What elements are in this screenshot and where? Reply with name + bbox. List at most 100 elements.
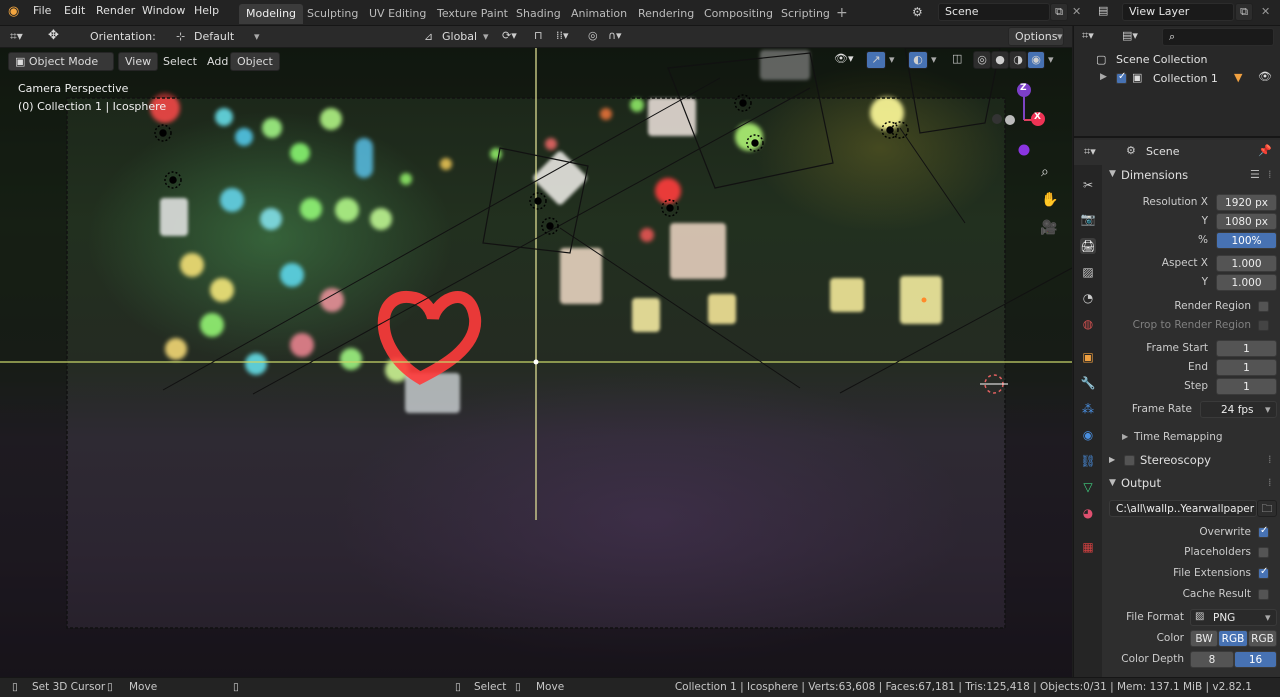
proportional-edit-icon[interactable]: ◎	[588, 29, 598, 42]
tab-sculpting[interactable]: Sculpting	[300, 4, 365, 24]
modifier-tab-icon[interactable]: 🔧	[1080, 375, 1096, 391]
menu-window[interactable]: Window	[142, 4, 185, 17]
collapse-arrow-icon[interactable]: ▼	[1109, 478, 1116, 488]
add-workspace-icon[interactable]: +	[836, 5, 848, 21]
output-tab-icon[interactable]: 🖨	[1080, 238, 1096, 254]
world-tab-icon[interactable]: ◍	[1080, 316, 1096, 332]
outliner-collection-1[interactable]: Collection 1	[1153, 72, 1218, 85]
collection-exclude-checkbox[interactable]	[1116, 71, 1127, 84]
wireframe-shading-icon[interactable]: ◎	[973, 51, 991, 69]
expand-arrow-icon[interactable]: ▶	[1122, 432, 1128, 441]
outliner-search-input[interactable]: ⌕	[1162, 28, 1274, 46]
3d-viewport[interactable]: Z X Camera Perspective (0) Collection 1 …	[0, 48, 1072, 677]
tab-compositing[interactable]: Compositing	[697, 4, 780, 24]
output-header[interactable]: Output	[1121, 476, 1161, 490]
chevron-down-icon[interactable]: ▾	[931, 53, 937, 66]
collapse-arrow-icon[interactable]: ▼	[1109, 169, 1116, 179]
rendered-shading-icon[interactable]: ◉	[1027, 51, 1045, 69]
drag-handle-icon[interactable]: ⁞	[1268, 453, 1272, 466]
falloff-icon[interactable]: ∩▾	[608, 29, 622, 42]
chevron-down-icon[interactable]: ▾	[1048, 53, 1054, 66]
orientation-dropdown[interactable]: Default	[194, 30, 234, 43]
snap-target-icon[interactable]: ⁞⁞▾	[556, 29, 569, 42]
material-shading-icon[interactable]: ◑	[1009, 51, 1027, 69]
color-rgb-button[interactable]: RGB	[1218, 630, 1248, 647]
view-layer-tab-icon[interactable]: ▨	[1080, 264, 1096, 280]
folder-icon[interactable]: 🗀	[1257, 500, 1277, 517]
eye-icon[interactable]: 👁	[1258, 70, 1272, 83]
color-depth-16-button[interactable]: 16	[1234, 651, 1277, 668]
view-layer-field[interactable]: View Layer	[1122, 3, 1234, 21]
expand-arrow-icon[interactable]: ▶	[1109, 455, 1115, 464]
resolution-x-field[interactable]: 1920 px	[1216, 194, 1277, 211]
overlay-toggle-icon[interactable]: ◐	[908, 51, 928, 69]
color-rgba-button[interactable]: RGB	[1248, 630, 1277, 647]
transform-space-dropdown[interactable]: Global	[442, 30, 477, 43]
snap-icon[interactable]: ⊓	[534, 29, 543, 42]
constraints-tab-icon[interactable]: ⛓	[1080, 453, 1096, 469]
pivot-icon[interactable]: ⟳▾	[502, 29, 517, 42]
outliner-editor-icon[interactable]: ⌗▾	[1082, 29, 1094, 43]
drag-handle-icon[interactable]: ⁞	[1268, 476, 1272, 489]
color-bw-button[interactable]: BW	[1190, 630, 1218, 647]
menu-file[interactable]: File	[33, 4, 51, 17]
drag-handle-icon[interactable]: ⁞	[1268, 168, 1272, 181]
scene-tab-icon[interactable]: ◔	[1080, 290, 1096, 306]
render-region-checkbox[interactable]	[1258, 301, 1269, 312]
aspect-y-field[interactable]: 1.000	[1216, 274, 1277, 291]
tab-animation[interactable]: Animation	[564, 4, 634, 24]
tab-texture-paint[interactable]: Texture Paint	[430, 4, 515, 24]
mode-dropdown[interactable]: ▣ Object Mode	[8, 52, 114, 71]
placeholders-checkbox[interactable]	[1258, 547, 1269, 558]
tab-rendering[interactable]: Rendering	[631, 4, 701, 24]
tab-shading[interactable]: Shading	[509, 4, 568, 24]
frame-step-field[interactable]: 1	[1216, 378, 1277, 395]
blender-logo-icon[interactable]: ◉	[8, 4, 24, 20]
scene-selector-icon[interactable]: ⚙	[912, 5, 923, 19]
texture-tab-icon[interactable]: ▦	[1080, 539, 1096, 555]
view-layer-icon[interactable]: ▤	[1098, 4, 1108, 17]
stereoscopy-header[interactable]: Stereoscopy	[1140, 453, 1211, 467]
physics-tab-icon[interactable]: ◉	[1080, 427, 1096, 443]
frame-end-field[interactable]: 1	[1216, 359, 1277, 376]
outliner-scene-collection[interactable]: Scene Collection	[1116, 53, 1207, 66]
delete-scene-icon[interactable]: ✕	[1072, 5, 1081, 18]
cache-result-checkbox[interactable]	[1258, 589, 1269, 600]
output-path-field[interactable]: C:\all\wallp..Yearwallpaper	[1109, 500, 1257, 517]
tool-tab-icon[interactable]: ✂	[1080, 177, 1096, 193]
aspect-x-field[interactable]: 1.000	[1216, 255, 1277, 272]
resolution-percent-field[interactable]: 100%	[1216, 232, 1277, 249]
properties-editor-icon[interactable]: ⌗▾	[1084, 145, 1096, 159]
material-tab-icon[interactable]: ◕	[1080, 505, 1096, 521]
frame-start-field[interactable]: 1	[1216, 340, 1277, 357]
chevron-down-icon[interactable]: ▾	[889, 53, 895, 66]
menu-help[interactable]: Help	[194, 4, 219, 17]
scene-name-field[interactable]: Scene	[938, 3, 1050, 21]
select-menu[interactable]: Select	[156, 52, 204, 71]
render-tab-icon[interactable]: 📷	[1080, 211, 1096, 227]
menu-render[interactable]: Render	[96, 4, 135, 17]
delete-view-layer-icon[interactable]: ✕	[1261, 5, 1270, 18]
solid-shading-icon[interactable]: ●	[991, 51, 1009, 69]
dimensions-header[interactable]: Dimensions	[1121, 168, 1188, 182]
pin-icon[interactable]: 📌	[1258, 144, 1272, 157]
tab-uv-editing[interactable]: UV Editing	[362, 4, 433, 24]
view-menu[interactable]: View	[118, 52, 159, 71]
file-extensions-checkbox[interactable]	[1258, 566, 1269, 579]
particles-tab-icon[interactable]: ⁂	[1080, 401, 1096, 417]
new-scene-icon[interactable]: ⧉	[1050, 3, 1068, 21]
camera-view-icon[interactable]: 🎥	[1040, 220, 1057, 236]
gizmo-x-label[interactable]: X	[1034, 112, 1041, 122]
menu-edit[interactable]: Edit	[64, 4, 85, 17]
resolution-y-field[interactable]: 1080 px	[1216, 213, 1277, 230]
tab-modeling[interactable]: Modeling	[239, 4, 304, 24]
editor-type-icon[interactable]: ⌗▾	[10, 29, 23, 44]
xray-icon[interactable]: ◫	[952, 52, 962, 65]
new-view-layer-icon[interactable]: ⧉	[1235, 3, 1253, 21]
object-tab-icon[interactable]: ▣	[1080, 349, 1096, 365]
data-tab-icon[interactable]: ▽	[1080, 479, 1096, 495]
outliner[interactable]: ⌗▾ ▤▾ ⌕ ▢ Scene Collection ▶ ▣ Collectio…	[1074, 26, 1280, 138]
presets-icon[interactable]: ☰	[1250, 168, 1260, 181]
gizmo-toggle-icon[interactable]: ↗	[866, 51, 886, 69]
stereoscopy-checkbox[interactable]	[1124, 455, 1135, 466]
